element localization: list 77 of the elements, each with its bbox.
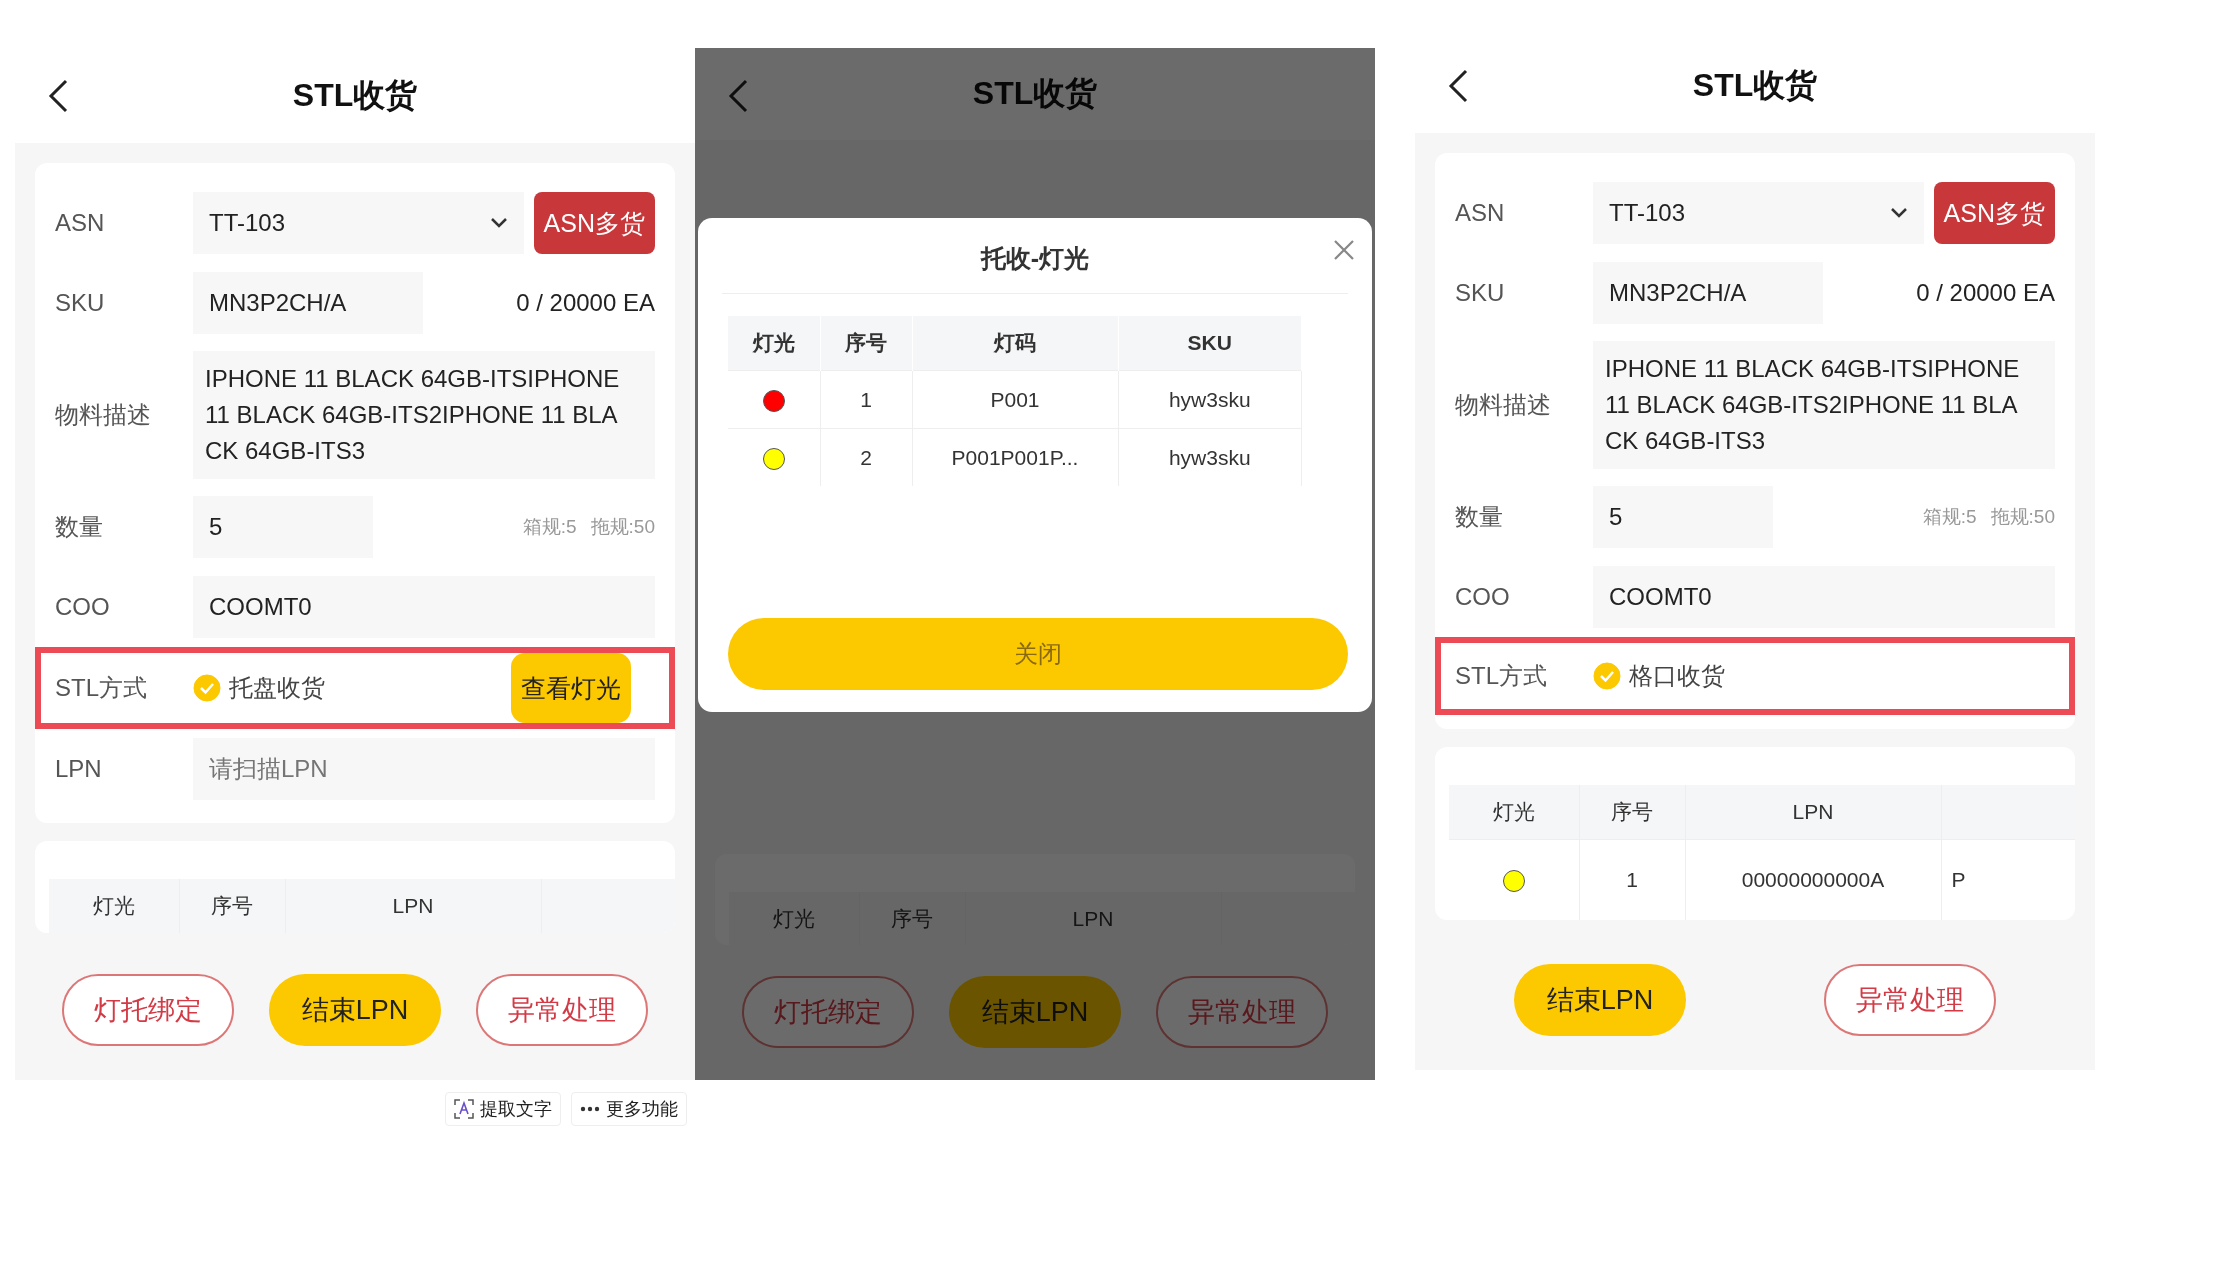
field-label: 数量	[55, 512, 104, 542]
page-title: STL收货	[1692, 65, 1818, 105]
field-label: SKU	[55, 289, 106, 317]
column-header: 序号	[1579, 785, 1685, 840]
column-header: 序号	[820, 316, 912, 371]
toolbar-button[interactable]: 提取文字	[445, 1092, 561, 1126]
asn-button[interactable]: ASN多货	[533, 192, 655, 254]
action-button[interactable]: 结束LPN	[269, 974, 441, 1046]
page-title: STL收货	[292, 75, 418, 115]
field-label: STL方式	[1455, 661, 1548, 691]
action-button[interactable]: 灯托绑定	[62, 974, 235, 1046]
toolbar-button[interactable]: 更多功能	[571, 1092, 687, 1126]
input-field[interactable]: COOMT0	[193, 576, 655, 638]
field-note: 箱规:5	[1922, 505, 1977, 529]
field-label: ASN	[1455, 199, 1506, 227]
close-icon[interactable]	[1332, 238, 1356, 262]
table-cell: hyw3sku	[1118, 370, 1302, 429]
input-field[interactable]: 5	[1593, 486, 1773, 548]
column-header: 灯光	[1449, 785, 1579, 840]
field-label: 物料描述	[55, 400, 152, 430]
column-header: LPN	[285, 879, 541, 933]
table-cell: 2	[820, 428, 912, 486]
action-button[interactable]: 异常处理	[475, 974, 648, 1046]
column-header: LPN	[965, 892, 1221, 945]
table-cell: hyw3sku	[1118, 428, 1302, 486]
field-label: LPN	[55, 755, 103, 783]
input-field[interactable]: 5	[193, 496, 373, 558]
field-note: 箱规:5	[522, 515, 577, 539]
field-label: COO	[55, 593, 111, 621]
column-header: SKU	[1118, 316, 1302, 371]
column-header: 灯光	[729, 892, 859, 945]
action-button[interactable]: 结束LPN	[1514, 964, 1686, 1036]
column-header: 灯码	[912, 316, 1118, 371]
text-area[interactable]: IPHONE 11 BLACK 64GB-ITSIPHONE 11 BLACK 64GB-ITS2IPHONE 11 BLACK 64GB-ITS3	[193, 351, 655, 479]
table-cell: 00000000000A	[1685, 839, 1941, 920]
field-note: 拖规:50	[1990, 505, 2055, 529]
select-field[interactable]: TT-103	[1593, 182, 1924, 244]
check-circle-icon[interactable]	[1593, 662, 1621, 690]
table-cell: P001P001P...	[912, 428, 1118, 486]
back-icon[interactable]	[1447, 68, 1469, 104]
more-icon	[580, 1106, 600, 1112]
field-note: 0 / 20000 EA	[1916, 279, 2055, 307]
asn-button[interactable]: ASN多货	[1933, 182, 2055, 244]
text-scan-icon	[454, 1099, 474, 1119]
check-circle-icon[interactable]	[193, 674, 221, 702]
input-field[interactable]: 请扫描LPN	[193, 738, 655, 800]
chevron-down-icon	[1889, 207, 1908, 219]
field-label: 物料描述	[1455, 390, 1552, 420]
dialog-title: 托收-灯光	[722, 218, 1348, 294]
radio-label[interactable]: 托盘收货	[229, 672, 325, 704]
page-title: STL收货	[972, 73, 1098, 113]
column-header: 序号	[859, 892, 965, 945]
column-header: 序号	[179, 879, 285, 933]
table-cell: 1	[1579, 839, 1685, 920]
field-label: COO	[1455, 583, 1511, 611]
field-note: 拖规:50	[590, 515, 655, 539]
field-label: ASN	[55, 209, 106, 237]
column-header: 灯光	[728, 316, 820, 371]
input-field[interactable]: MN3P2CH/A	[193, 272, 423, 334]
field-note: 0 / 20000 EA	[516, 289, 655, 317]
column-header: 灯光	[49, 879, 179, 933]
radio-label[interactable]: 格口收货	[1629, 660, 1725, 692]
input-field[interactable]: MN3P2CH/A	[1593, 262, 1823, 324]
view-lights-button[interactable]: 查看灯光	[511, 653, 631, 723]
table-cell: P	[1941, 839, 2075, 920]
input-field[interactable]: COOMT0	[1593, 566, 2055, 628]
field-label: SKU	[1455, 279, 1506, 307]
field-label: STL方式	[55, 673, 148, 703]
action-button[interactable]: 异常处理	[1824, 964, 1996, 1036]
field-label: 数量	[1455, 502, 1504, 532]
text-area[interactable]: IPHONE 11 BLACK 64GB-ITSIPHONE 11 BLACK 64GB-ITS2IPHONE 11 BLACK 64GB-ITS3	[1593, 341, 2055, 469]
column-header: LPN	[1685, 785, 1941, 840]
table-cell: P001	[912, 370, 1118, 429]
table-cell: 1	[820, 370, 912, 429]
chevron-down-icon	[489, 217, 508, 229]
select-field[interactable]: TT-103	[193, 192, 524, 254]
back-icon[interactable]	[47, 78, 69, 114]
